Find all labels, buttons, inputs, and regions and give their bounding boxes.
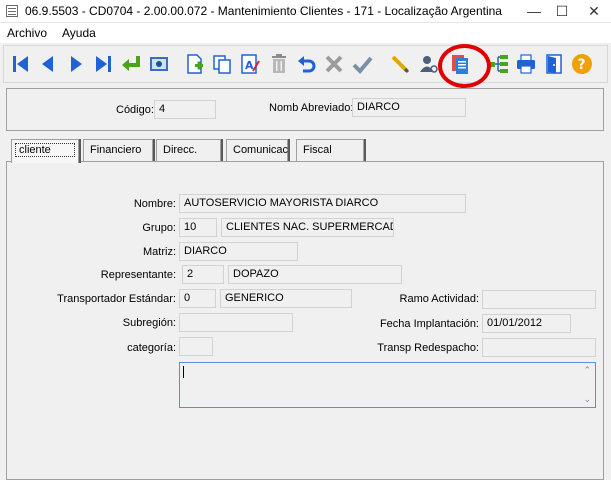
text-caret bbox=[183, 366, 184, 378]
delete-record-icon[interactable] bbox=[267, 51, 291, 77]
implementation-date-field[interactable]: 01/01/2012 bbox=[482, 314, 571, 333]
activity-label: Ramo Actividad: bbox=[399, 293, 479, 305]
scroll-down-icon[interactable]: ⌄ bbox=[583, 394, 591, 405]
scroll-up-icon[interactable]: ⌃ bbox=[583, 365, 591, 376]
tab-financiero[interactable]: Financiero bbox=[83, 139, 153, 161]
name-field[interactable]: AUTOSERVICIO MAYORISTA DIARCO bbox=[179, 194, 466, 213]
category-field[interactable] bbox=[179, 337, 213, 356]
representative-code-field[interactable]: 2 bbox=[182, 265, 224, 284]
help-icon[interactable]: ? bbox=[570, 51, 594, 77]
svg-text:?: ? bbox=[578, 57, 586, 73]
tab-cliente[interactable]: cliente bbox=[11, 139, 79, 163]
tab-direcciones[interactable]: Direcc. bbox=[156, 139, 221, 161]
tab-fiscal[interactable]: Fiscal bbox=[296, 139, 364, 161]
copy-record-icon[interactable] bbox=[210, 51, 234, 77]
new-record-icon[interactable] bbox=[183, 51, 207, 77]
window-title: 06.9.5503 - CD0704 - 2.00.00.072 - Mante… bbox=[25, 4, 502, 18]
first-record-icon[interactable] bbox=[9, 51, 33, 77]
carrier-label: Transportador Estándar: bbox=[57, 293, 176, 305]
implementation-date-label: Fecha Implantación: bbox=[379, 318, 479, 330]
minimize-button[interactable]: — bbox=[520, 0, 548, 22]
maximize-button[interactable]: ☐ bbox=[548, 0, 576, 22]
undo-icon[interactable] bbox=[295, 51, 319, 77]
next-record-icon[interactable] bbox=[64, 51, 88, 77]
carrier-code-field[interactable]: 0 bbox=[179, 289, 216, 308]
representative-name-field: DOPAZO bbox=[228, 265, 402, 284]
exit-icon[interactable] bbox=[542, 51, 566, 77]
parent-field[interactable]: DIARCO bbox=[179, 242, 298, 261]
query-icon[interactable] bbox=[416, 51, 440, 77]
edit-icon[interactable] bbox=[388, 51, 412, 77]
subregion-label: Subregión: bbox=[122, 317, 176, 329]
group-description-field: CLIENTES NAC. SUPERMERCAD( bbox=[221, 218, 394, 237]
cancel-icon[interactable] bbox=[322, 51, 346, 77]
group-label: Grupo: bbox=[142, 222, 176, 234]
code-field[interactable]: 4 bbox=[154, 100, 216, 119]
redispatch-carrier-field[interactable] bbox=[482, 338, 596, 357]
tab-comunicacion[interactable]: Comunicac bbox=[226, 139, 288, 161]
representative-label: Representante: bbox=[100, 269, 176, 281]
previous-record-icon[interactable] bbox=[36, 51, 60, 77]
group-code-field[interactable]: 10 bbox=[179, 218, 217, 237]
print-icon[interactable] bbox=[514, 51, 538, 77]
notes-textarea[interactable]: ⌃ ⌄ bbox=[179, 362, 596, 408]
code-label: Código: bbox=[116, 104, 154, 116]
carrier-name-field: GENERICO bbox=[220, 289, 352, 308]
save-icon[interactable] bbox=[350, 51, 374, 77]
category-label: categoría: bbox=[127, 342, 176, 354]
activity-field[interactable] bbox=[482, 290, 596, 309]
menu-ayuda[interactable]: Ayuda bbox=[62, 26, 96, 40]
view-icon[interactable] bbox=[147, 51, 171, 77]
close-button[interactable]: ✕ bbox=[580, 0, 608, 22]
app-icon[interactable] bbox=[6, 5, 18, 17]
name-label: Nombre: bbox=[133, 198, 176, 210]
parent-label: Matriz: bbox=[143, 246, 176, 258]
last-record-icon[interactable] bbox=[91, 51, 115, 77]
highlight-circle bbox=[438, 44, 491, 88]
modify-record-icon[interactable]: A bbox=[238, 51, 262, 77]
menu-archivo[interactable]: Archivo bbox=[7, 26, 47, 40]
short-name-field[interactable]: DIARCO bbox=[352, 98, 466, 117]
short-name-label: Nomb Abreviado: bbox=[269, 102, 354, 114]
redispatch-carrier-label: Transp Redespacho: bbox=[377, 342, 479, 354]
goto-record-icon[interactable] bbox=[119, 51, 143, 77]
subregion-field[interactable] bbox=[179, 313, 293, 332]
